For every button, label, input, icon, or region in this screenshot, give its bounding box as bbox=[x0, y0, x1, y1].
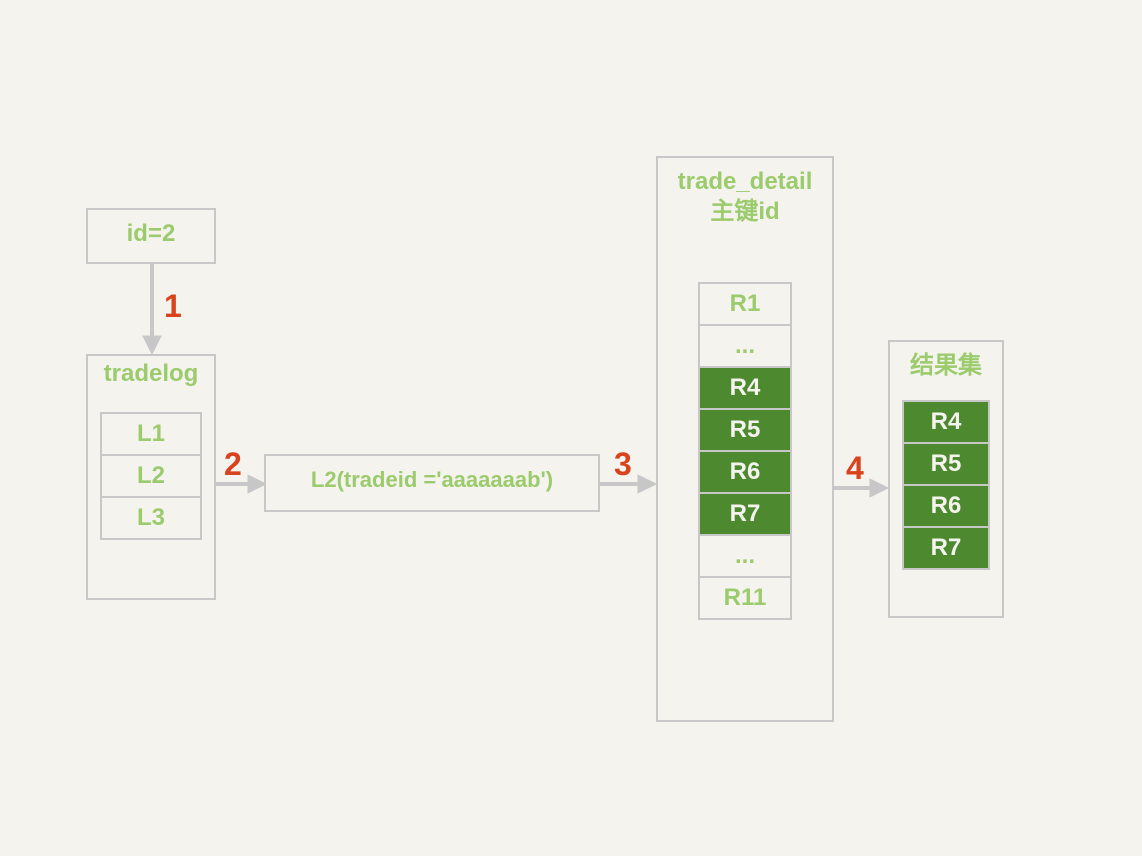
lookup-box: L2(tradeid ='aaaaaaab') bbox=[264, 454, 600, 512]
trade-detail-title2: 主键id bbox=[658, 198, 832, 228]
tradelog-row: L2 bbox=[100, 454, 202, 498]
detail-row: R1 bbox=[698, 282, 792, 326]
detail-row-hit: R5 bbox=[698, 408, 792, 452]
trade-detail-rows: R1 ... R4 R5 R6 R7 ... R11 bbox=[698, 284, 792, 620]
tradelog-title: tradelog bbox=[88, 356, 214, 390]
detail-row-hit: R4 bbox=[698, 366, 792, 410]
detail-row: ... bbox=[698, 324, 792, 368]
step-3: 3 bbox=[614, 446, 632, 483]
detail-row: R11 bbox=[698, 576, 792, 620]
id-box: id=2 bbox=[86, 208, 216, 264]
detail-row-hit: R7 bbox=[698, 492, 792, 536]
step-1: 1 bbox=[164, 288, 182, 325]
tradelog-row: L1 bbox=[100, 412, 202, 456]
detail-row-hit: R6 bbox=[698, 450, 792, 494]
lookup-text: L2(tradeid ='aaaaaaab') bbox=[266, 456, 598, 494]
id-box-label: id=2 bbox=[88, 210, 214, 250]
trade-detail-title1: trade_detail bbox=[658, 158, 832, 198]
result-title: 结果集 bbox=[890, 342, 1002, 382]
diagram-canvas: id=2 1 tradelog L1 L2 L3 2 L2(tradeid ='… bbox=[0, 0, 1142, 856]
result-row: R6 bbox=[902, 484, 990, 528]
tradelog-rows: L1 L2 L3 bbox=[100, 414, 202, 540]
result-row: R7 bbox=[902, 526, 990, 570]
trade-detail-box: trade_detail 主键id R1 ... R4 R5 R6 R7 ...… bbox=[656, 156, 834, 722]
step-2: 2 bbox=[224, 446, 242, 483]
result-row: R4 bbox=[902, 400, 990, 444]
result-box: 结果集 R4 R5 R6 R7 bbox=[888, 340, 1004, 618]
result-rows: R4 R5 R6 R7 bbox=[902, 402, 990, 570]
result-row: R5 bbox=[902, 442, 990, 486]
step-4: 4 bbox=[846, 450, 864, 487]
detail-row: ... bbox=[698, 534, 792, 578]
arrow-1 bbox=[140, 264, 164, 356]
tradelog-row: L3 bbox=[100, 496, 202, 540]
tradelog-box: tradelog L1 L2 L3 bbox=[86, 354, 216, 600]
